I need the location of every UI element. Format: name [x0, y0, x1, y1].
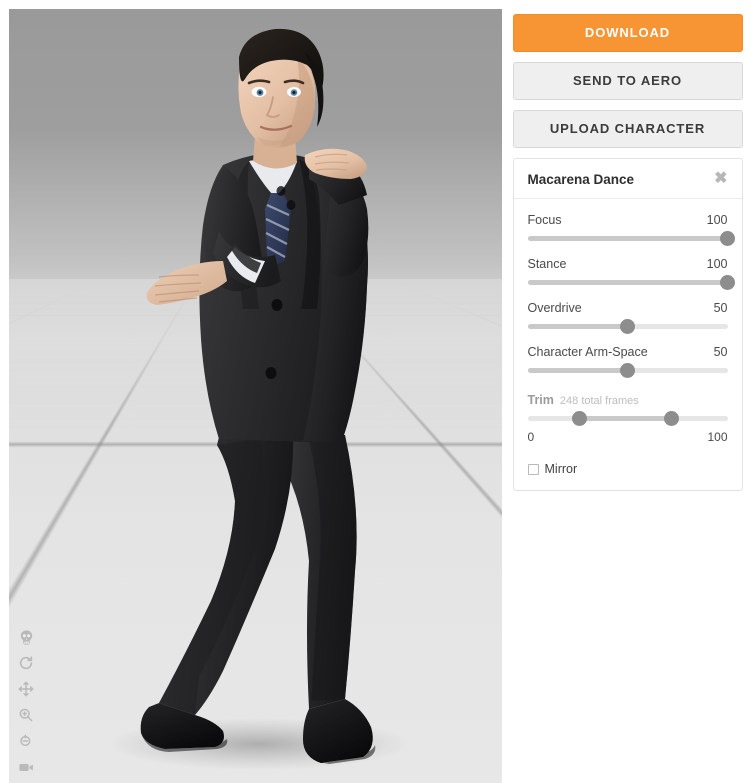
slider-character-arm-space-handle[interactable]	[620, 363, 635, 378]
mirror-row[interactable]: Mirror	[527, 462, 728, 476]
close-icon[interactable]: ✖	[714, 171, 727, 187]
mirror-label: Mirror	[544, 462, 578, 476]
slider-overdrive-handle[interactable]	[620, 319, 635, 334]
camera-icon[interactable]	[16, 757, 36, 777]
trim-label: Trim	[527, 393, 554, 407]
mirror-checkbox[interactable]	[527, 463, 539, 475]
animation-title: Macarena Dance	[527, 171, 635, 187]
trim-start-handle[interactable]	[572, 411, 587, 426]
slider-overdrive: Overdrive 50	[527, 301, 728, 334]
slider-overdrive-fill	[527, 324, 628, 329]
character-model[interactable]	[9, 9, 502, 783]
slider-character-arm-space-fill	[527, 368, 628, 373]
slider-stance-label: Stance	[527, 257, 567, 271]
trim-track[interactable]	[527, 411, 728, 426]
slider-character-arm-space-label: Character Arm-Space	[527, 345, 648, 359]
trim-range-slider: Trim 248 total frames 0 100	[527, 393, 728, 444]
card-header: Macarena Dance ✖	[513, 159, 742, 199]
side-panel: DOWNLOAD SEND TO AERO UPLOAD CHARACTER M…	[505, 0, 750, 783]
slider-stance-fill	[527, 280, 728, 285]
trim-max-label: 100	[707, 430, 728, 444]
slider-character-arm-space-head: Character Arm-Space 50	[528, 345, 728, 359]
slider-focus-handle[interactable]	[720, 231, 735, 246]
slider-stance: Stance 100	[527, 257, 735, 290]
trim-fill	[579, 416, 672, 421]
trim-head: Trim 248 total frames	[528, 393, 728, 407]
viewport-tool-rail[interactable]	[13, 627, 39, 777]
slider-stance-track[interactable]	[527, 275, 735, 290]
trim-scale: 0 100	[528, 430, 728, 444]
skeleton-icon[interactable]	[16, 627, 36, 647]
zoom-in-icon[interactable]	[16, 705, 36, 725]
trim-total-frames: 248 total frames	[559, 395, 639, 407]
upload-character-button[interactable]: UPLOAD CHARACTER	[512, 110, 743, 148]
reset-icon[interactable]	[16, 653, 36, 673]
trim-end-handle[interactable]	[664, 411, 679, 426]
zoom-out-icon[interactable]	[16, 731, 36, 751]
download-button[interactable]: DOWNLOAD	[512, 14, 743, 52]
trim-min-label: 0	[527, 430, 535, 444]
pan-icon[interactable]	[16, 679, 36, 699]
slider-stance-value: 100	[706, 257, 728, 271]
slider-overdrive-value: 50	[713, 301, 728, 315]
slider-overdrive-label: Overdrive	[527, 301, 582, 315]
slider-stance-head: Stance 100	[528, 257, 728, 271]
slider-focus-value: 100	[706, 213, 728, 227]
slider-focus-fill	[527, 236, 728, 241]
send-to-aero-button[interactable]: SEND TO AERO	[512, 62, 743, 100]
slider-character-arm-space: Character Arm-Space 50	[527, 345, 728, 378]
slider-overdrive-head: Overdrive 50	[528, 301, 728, 315]
slider-focus-label: Focus	[527, 213, 562, 227]
slider-character-arm-space-value: 50	[713, 345, 728, 359]
card-body: Focus 100 Stance 100 Overdrive 50 Charac…	[514, 199, 742, 490]
slider-overdrive-track[interactable]	[527, 319, 728, 334]
slider-stance-handle[interactable]	[720, 275, 735, 290]
animation-settings-card: Macarena Dance ✖ Focus 100 Stance 100 Ov…	[512, 158, 743, 491]
3d-viewport[interactable]	[9, 9, 502, 783]
slider-focus: Focus 100	[527, 213, 735, 246]
slider-character-arm-space-track[interactable]	[527, 363, 728, 378]
slider-focus-track[interactable]	[527, 231, 735, 246]
app-root: DOWNLOAD SEND TO AERO UPLOAD CHARACTER M…	[0, 0, 750, 783]
slider-focus-head: Focus 100	[528, 213, 728, 227]
